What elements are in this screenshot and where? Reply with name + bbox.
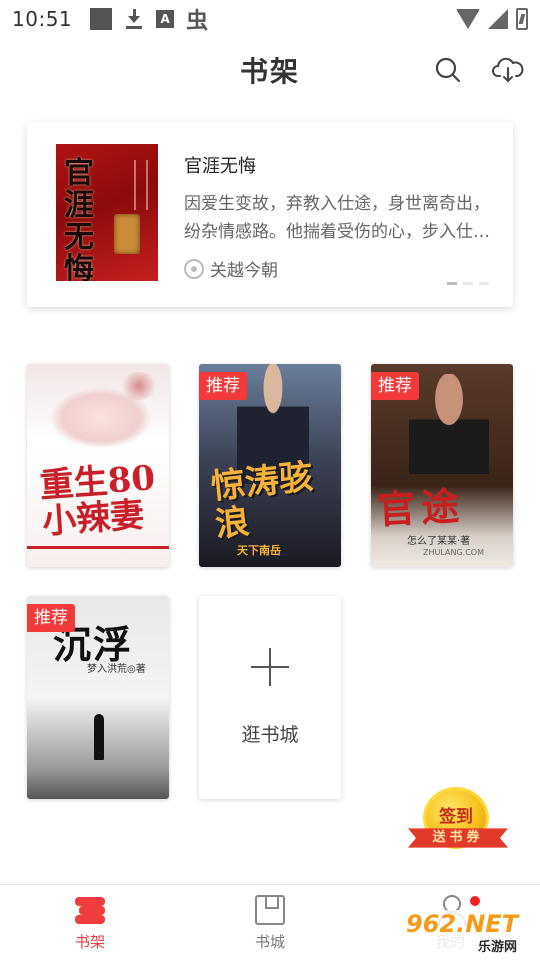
watermark-logo-text: 962.NET — [406, 910, 519, 938]
featured-book-title: 官涯无悔 — [184, 156, 256, 177]
nav-label: 书架 — [74, 933, 105, 951]
status-bar: 10:51 A 虫 — [0, 0, 540, 38]
cover-decoration — [134, 160, 148, 210]
featured-book-card[interactable]: 官涯无悔 官涯无悔 因爱生变故，弃教入仕途，身世离奇出，纷杂情感路。他揣着受伤的… — [27, 122, 513, 307]
book-cover-title: 惊涛骇浪 — [209, 456, 315, 546]
status-time: 10:51 — [12, 7, 73, 31]
nav-item-bookshelf[interactable]: 书架 — [50, 895, 130, 952]
cloud-download-icon[interactable] — [492, 56, 524, 84]
a-icon: A — [156, 10, 175, 28]
recommend-badge: 推荐 — [371, 372, 419, 400]
recommend-badge: 推荐 — [199, 372, 247, 400]
book-cover-1[interactable]: 重生80小辣妻 — [27, 364, 169, 567]
recommend-badge: 推荐 — [27, 604, 75, 632]
bug-icon: 虫 — [186, 9, 209, 34]
carousel-indicator — [447, 282, 489, 285]
status-icons-right — [456, 8, 528, 30]
cover-art — [119, 372, 159, 400]
wifi-icon — [456, 9, 480, 29]
download-icon — [124, 8, 144, 30]
browse-store-button[interactable]: 逛书城 — [199, 596, 341, 799]
carousel-dot-active — [447, 282, 457, 285]
featured-cover-title: 官涯无悔 — [64, 156, 94, 282]
status-icons-left: A 虫 — [90, 3, 208, 35]
book-cover-title: 官途 — [376, 482, 467, 533]
app-header: 书架 — [0, 38, 540, 102]
cover-art — [94, 714, 104, 760]
book-author-line: 怎么了某某·著 — [407, 536, 471, 547]
battery-icon — [516, 8, 528, 30]
browse-store-label: 逛书城 — [241, 724, 299, 746]
search-icon[interactable] — [434, 56, 462, 84]
book-publisher: 天下南岳 — [237, 544, 281, 557]
square-icon — [90, 8, 113, 30]
plus-icon — [251, 648, 289, 686]
signin-ribbon: 送书券 — [408, 828, 508, 848]
signal-icon — [488, 9, 508, 29]
featured-book-description: 因爱生变故，弃教入仕途，身世离奇出，纷杂情感路。他揣着受伤的心，步入仕… — [184, 194, 490, 242]
book-cover-title: 重生80小辣妻 — [38, 458, 157, 543]
notification-dot — [470, 896, 480, 906]
nav-item-bookstore[interactable]: 书城 — [230, 895, 310, 952]
author-icon — [184, 258, 204, 279]
carousel-dot — [479, 282, 489, 285]
book-cover-3[interactable]: 官途 怎么了某某·著 ZHULANG.COM 推荐 — [371, 364, 513, 567]
bookshelf-icon — [75, 895, 105, 925]
book-cover-2[interactable]: 惊涛骇浪 天下南岳 推荐 — [199, 364, 341, 567]
cover-seal — [114, 214, 140, 254]
featured-book-author: 关越今朝 — [184, 256, 278, 281]
bookstore-icon — [255, 895, 285, 925]
featured-book-cover[interactable]: 官涯无悔 — [56, 144, 158, 281]
cover-art — [27, 546, 169, 549]
book-cover-4[interactable]: 沉浮 梦入洪荒◎著 推荐 — [27, 596, 169, 799]
signin-title: 签到 — [439, 807, 473, 827]
signin-badge[interactable]: 签到 送书券 — [408, 790, 508, 860]
watermark: 962.NET 乐游网 — [400, 910, 536, 956]
book-url: ZHULANG.COM — [423, 548, 484, 557]
carousel-dot — [463, 282, 473, 285]
featured-author-name: 关越今朝 — [210, 261, 278, 281]
cover-art — [409, 374, 489, 474]
nav-label: 书城 — [254, 933, 285, 951]
page-title: 书架 — [239, 55, 300, 88]
book-author-line: 梦入洪荒◎著 — [87, 664, 146, 675]
watermark-site-name: 乐游网 — [478, 940, 518, 955]
